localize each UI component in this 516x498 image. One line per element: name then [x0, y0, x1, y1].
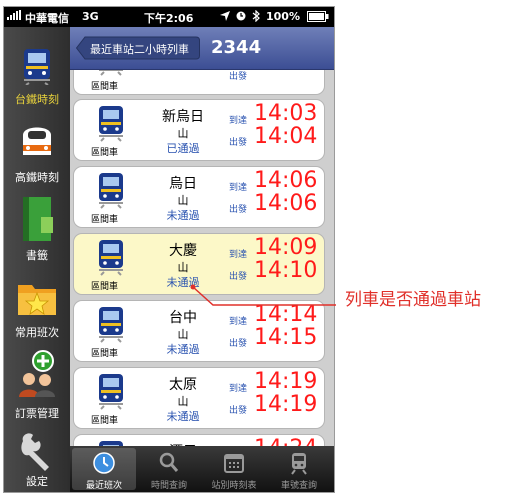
annotation-label: 列車是否通過車站 [345, 290, 481, 310]
callout-line [190, 284, 336, 306]
